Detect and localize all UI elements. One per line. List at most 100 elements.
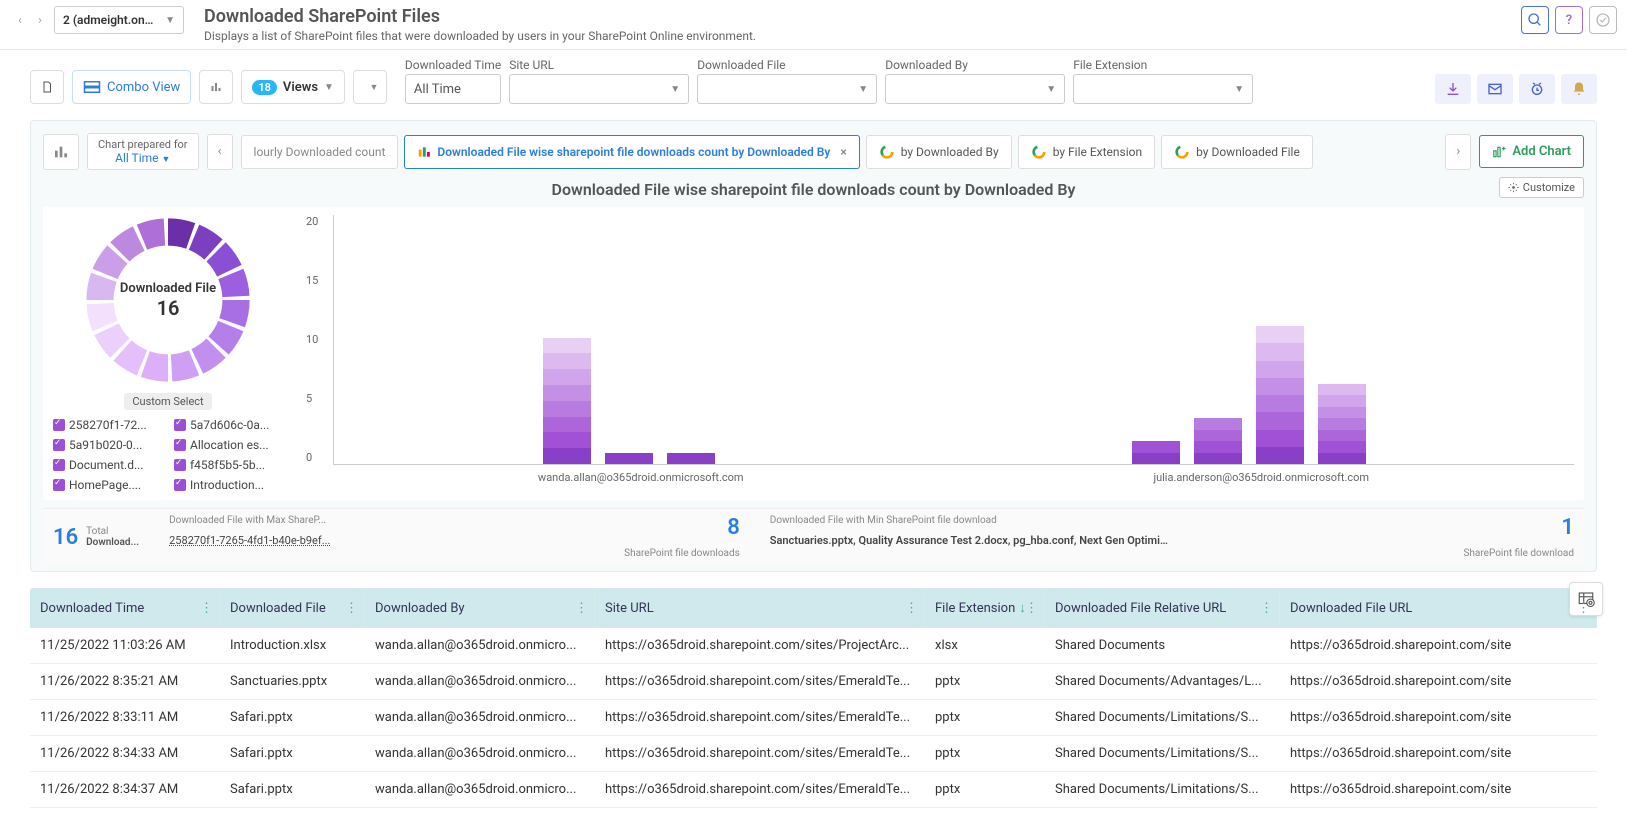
tabs-scroll-right[interactable]: › [1445,134,1471,170]
tab-by-downloaded-by[interactable]: by Downloaded By [866,135,1012,169]
filter-button[interactable]: ▼ [353,70,387,104]
chart-view-button[interactable] [199,70,233,104]
filter-select-time[interactable]: All Time [405,74,501,104]
column-header[interactable]: Downloaded File URL⋮ [1280,588,1597,628]
tabs-scroll-left[interactable]: ‹ [207,134,233,170]
stat-max-unit: SharePoint file downloads [624,548,740,559]
tab-overflow-left[interactable]: lourly Downloaded count [241,135,399,169]
bar[interactable] [605,453,653,465]
legend-label: 5a7d606c-0a... [190,418,269,432]
bar[interactable] [1256,326,1304,464]
nav-forward[interactable]: › [30,6,50,34]
alarm-button[interactable] [1519,74,1555,104]
tab-label: by Downloaded File [1196,145,1300,159]
cell: https://o365droid.sharepoint.com/site [1280,628,1597,663]
tab-by-file-extension[interactable]: by File Extension [1018,135,1155,169]
tab-active[interactable]: Downloaded File wise sharepoint file dow… [404,135,859,169]
legend-item[interactable]: 258270f1-72... [53,418,162,432]
bar[interactable] [543,338,591,465]
nav-back[interactable]: ‹ [10,6,30,34]
table-row[interactable]: 11/26/2022 8:34:33 AMSafari.pptxwanda.al… [30,736,1597,772]
page-subtitle: Displays a list of SharePoint files that… [204,29,1521,43]
donut-value: 16 [157,296,180,320]
schedule-button[interactable] [1589,6,1617,34]
column-header[interactable]: File Extension ↓⋮ [925,588,1045,628]
table-row[interactable]: 11/25/2022 11:03:26 AMIntroduction.xlsxw… [30,628,1597,664]
bar[interactable] [1132,441,1180,464]
filter-select-ext[interactable]: ▼ [1073,74,1253,104]
checkbox-icon [174,419,186,431]
chart-type-button[interactable] [43,134,79,170]
column-menu-icon[interactable]: ⋮ [200,601,213,616]
column-header[interactable]: Downloaded By⋮ [365,588,595,628]
chart-prepared-for[interactable]: Chart prepared for All Time ▼ [87,133,199,170]
tab-by-downloaded-file[interactable]: by Downloaded File [1161,135,1313,169]
cell: 11/25/2022 11:03:26 AM [30,628,220,663]
stat-total-l1: Total [86,526,139,537]
cell: Shared Documents/Limitations/S... [1045,772,1280,807]
legend-label: 5a91b020-0... [69,438,142,452]
combo-icon [83,80,101,94]
column-menu-icon[interactable]: ⋮ [575,601,588,616]
customize-label: Customize [1523,181,1575,194]
cell: https://o365droid.sharepoint.com/sites/E… [595,736,925,771]
bar[interactable] [667,453,715,465]
legend-item[interactable]: Allocation es... [174,438,283,452]
filter-select-siteurl[interactable]: ▼ [509,74,689,104]
stat-min-num: 1 [1561,515,1574,540]
search-button[interactable] [1521,6,1549,34]
column-menu-icon[interactable]: ⋮ [905,601,918,616]
donut-icon [1031,144,1047,160]
views-button[interactable]: 18 Views ▼ [241,70,345,104]
chevron-down-icon: ▼ [161,155,170,165]
column-menu-icon[interactable]: ⋮ [345,601,358,616]
filter-select-file[interactable]: ▼ [697,74,877,104]
column-menu-icon[interactable]: ⋮ [1025,601,1038,616]
legend-item[interactable]: Document.d... [53,458,162,472]
help-button[interactable]: ? [1555,6,1583,34]
table-row[interactable]: 11/26/2022 8:35:21 AMSanctuaries.pptxwan… [30,664,1597,700]
cell: Shared Documents [1045,628,1280,663]
column-label: Downloaded Time [40,601,144,616]
checkbox-icon [174,479,186,491]
add-chart-button[interactable]: Add Chart [1479,135,1584,168]
column-header[interactable]: Site URL⋮ [595,588,925,628]
filter-label-siteurl: Site URL [509,58,689,72]
column-header[interactable]: Downloaded File Relative URL⋮ [1045,588,1280,628]
legend-item[interactable]: 5a7d606c-0a... [174,418,283,432]
stat-max-file[interactable]: 258270f1-7265-4fd1-b40e-b9ef... [169,534,330,547]
table-row[interactable]: 11/26/2022 8:33:11 AMSafari.pptxwanda.al… [30,700,1597,736]
table-row[interactable]: 11/26/2022 8:34:37 AMSafari.pptxwanda.al… [30,772,1597,808]
donut-icon [1174,144,1190,160]
legend-item[interactable]: f458f5b5-5b... [174,458,283,472]
column-header[interactable]: Downloaded File⋮ [220,588,365,628]
filter-select-by[interactable]: ▼ [885,74,1065,104]
tenant-select[interactable]: 2 (admeight.onmi… ▼ [54,6,184,34]
stat-max-num: 8 [727,515,740,540]
custom-select-button[interactable]: Custom Select [124,393,211,410]
column-menu-icon[interactable]: ⋮ [1260,601,1273,616]
prepared-value: All Time [115,151,158,165]
cell: https://o365droid.sharepoint.com/site [1280,700,1597,735]
email-button[interactable] [1477,74,1513,104]
combo-view-button[interactable]: Combo View [72,70,191,104]
export-button[interactable] [30,70,64,104]
bar[interactable] [1318,384,1366,465]
cell: 11/26/2022 8:34:37 AM [30,772,220,807]
chevron-down-icon: ▼ [858,84,868,95]
legend-item[interactable]: HomePage.... [53,478,162,492]
customize-button[interactable]: Customize [1499,177,1584,198]
legend-item[interactable]: 5a91b020-0... [53,438,162,452]
download-button[interactable] [1435,74,1471,104]
stacked-bar-icon [417,145,431,159]
bar[interactable] [1194,418,1242,464]
checkbox-icon [53,439,65,451]
close-icon[interactable]: × [840,145,846,159]
column-header[interactable]: Downloaded Time ⋮ [30,588,220,628]
cell: https://o365droid.sharepoint.com/sites/E… [595,664,925,699]
donut-legend: 258270f1-72... 5a7d606c-0a... 5a91b020-0..… [53,418,283,492]
legend-item[interactable]: Introduction... [174,478,283,492]
bell-button[interactable] [1561,74,1597,104]
chevron-down-icon: ▼ [1046,84,1056,95]
column-menu-icon[interactable]: ⋮ [1577,601,1590,616]
